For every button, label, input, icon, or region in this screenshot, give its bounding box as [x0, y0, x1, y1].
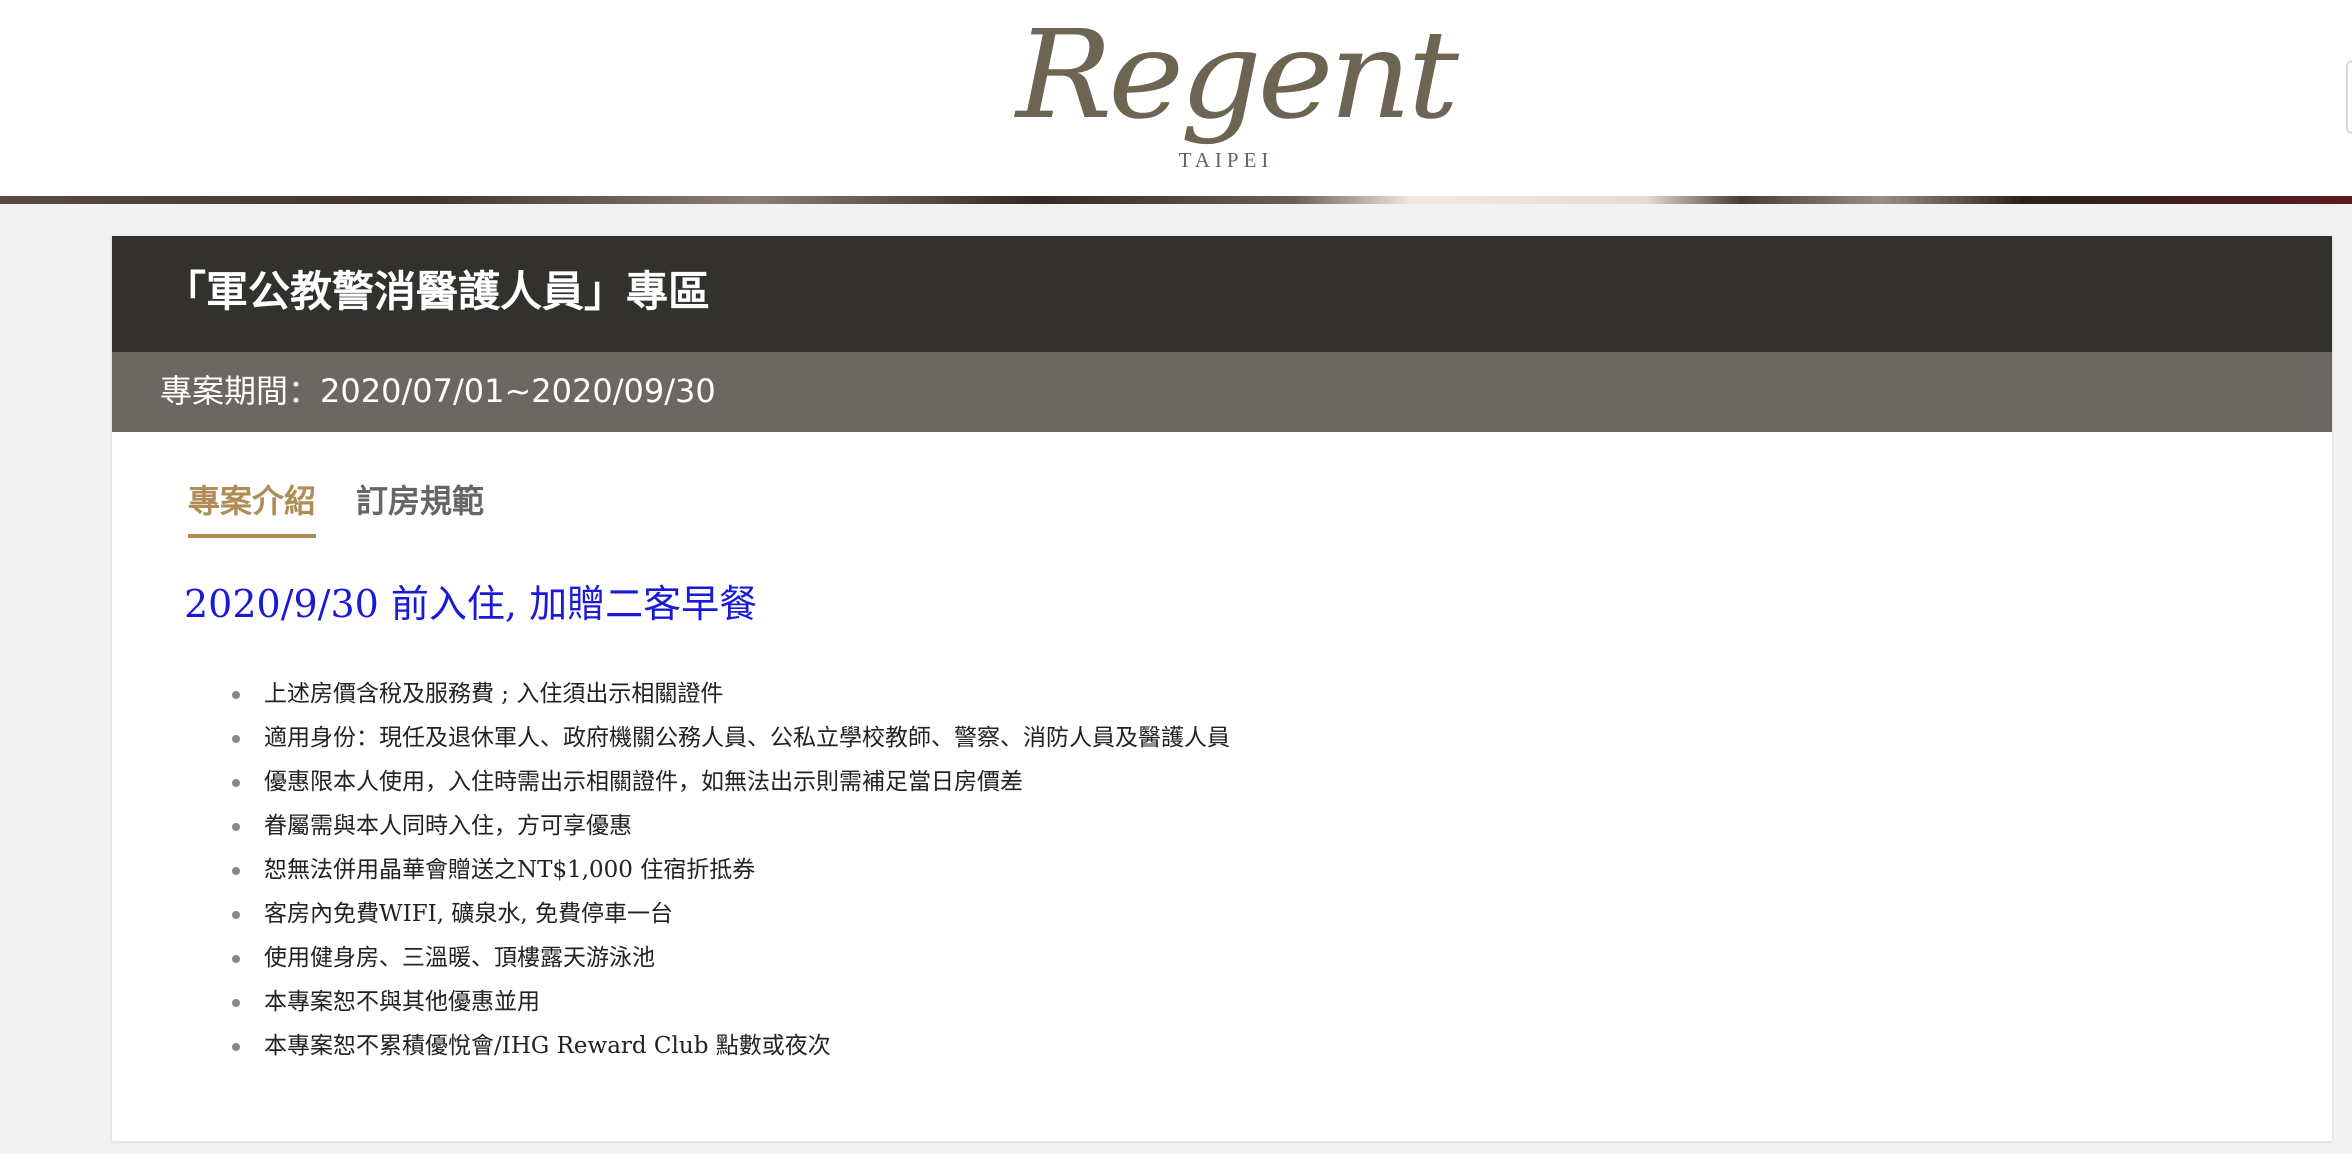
list-item: 使用健身房、三溫暖、頂樓露天游泳池	[232, 936, 1230, 980]
site-header: Regent TAIPEI	[0, 0, 2352, 198]
list-item: 適用身份：現任及退休軍人、政府機關公務人員、公私立學校教師、警察、消防人員及醫護…	[232, 716, 1230, 760]
list-item: 客房內免費WIFI, 礦泉水, 免費停車一台	[232, 892, 1230, 936]
list-item: 上述房價含稅及服務費 ; 入住須出示相關證件	[232, 672, 1230, 716]
tab-booking-rules[interactable]: 訂房規範	[356, 476, 484, 534]
offer-title: 「軍公教警消醫護人員」專區	[164, 267, 711, 316]
list-item: 本專案恕不累積優悅會/IHG Reward Club 點數或夜次	[232, 1024, 1230, 1068]
logo-location: TAIPEI	[1178, 148, 1274, 172]
list-item: 眷屬需與本人同時入住，方可享優惠	[232, 804, 1230, 848]
offer-period: 專案期間：2020/07/01~2020/09/30	[160, 372, 716, 410]
offer-title-bar: 「軍公教警消醫護人員」專區	[112, 236, 2332, 352]
logo-wordmark: Regent	[1016, 4, 1459, 146]
offer-card: 「軍公教警消醫護人員」專區 專案期間：2020/07/01~2020/09/30…	[112, 236, 2332, 1141]
regent-taipei-logo[interactable]: Regent TAIPEI	[1016, 14, 1459, 174]
list-item: 本專案恕不與其他優惠並用	[232, 980, 1230, 1024]
side-widget-tab[interactable]	[2346, 60, 2352, 134]
hero-banner-image	[0, 196, 2352, 204]
offer-period-bar: 專案期間：2020/07/01~2020/09/30	[112, 352, 2332, 432]
offer-terms-list: 上述房價含稅及服務費 ; 入住須出示相關證件 適用身份：現任及退休軍人、政府機關…	[232, 672, 1230, 1068]
list-item: 恕無法併用晶華會贈送之NT$1,000 住宿折抵券	[232, 848, 1230, 892]
tab-introduction[interactable]: 專案介紹	[188, 476, 317, 538]
offer-headline: 2020/9/30 前入住, 加贈二客早餐	[184, 582, 758, 626]
list-item: 優惠限本人使用，入住時需出示相關證件，如無法出示則需補足當日房價差	[232, 760, 1230, 804]
